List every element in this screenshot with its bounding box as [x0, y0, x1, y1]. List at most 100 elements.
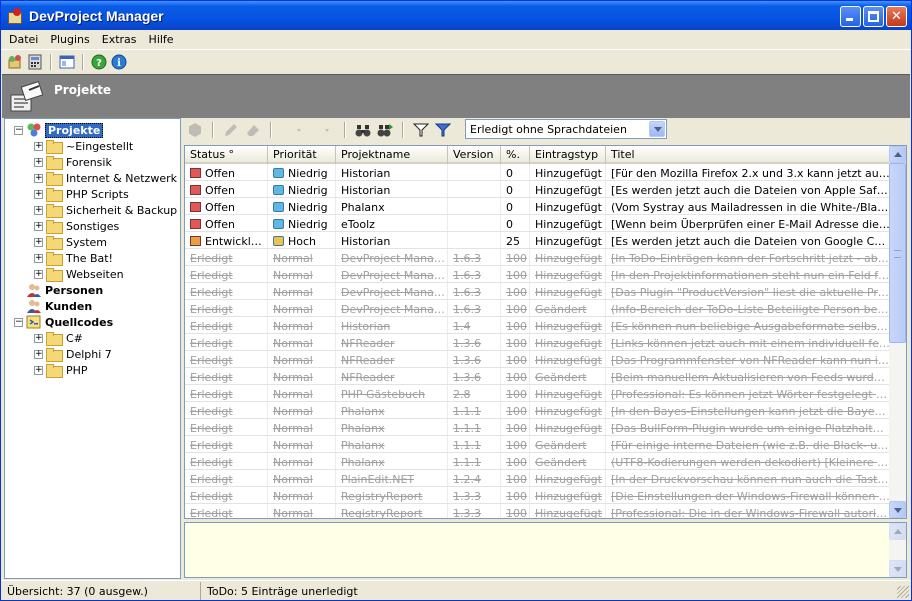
- expand-icon[interactable]: +: [34, 333, 43, 343]
- expand-icon[interactable]: +: [34, 349, 43, 359]
- resize-grip[interactable]: [897, 586, 909, 598]
- expand-icon[interactable]: +: [34, 365, 43, 375]
- help-button[interactable]: ?: [91, 54, 107, 70]
- table-row[interactable]: Offen Niedrig Phalanx 0 Hinzugefügt (Vom Syst…: [185, 198, 891, 215]
- scroll-down-icon[interactable]: [889, 560, 906, 577]
- tree-folder-item[interactable]: + Delphi 7: [5, 346, 180, 362]
- copy-dropdown-button[interactable]: [311, 122, 335, 138]
- tree-folder-item[interactable]: + Sicherheit & Backup: [5, 202, 180, 218]
- expand-icon[interactable]: +: [34, 237, 43, 247]
- table-row[interactable]: Erledigt Normal Phalanx 1.1.1 100 Geändert [Fü…: [185, 436, 891, 453]
- column-header-status[interactable]: Status °: [185, 146, 268, 164]
- delete-entry-button[interactable]: [245, 122, 261, 138]
- funnel-icon: [412, 123, 430, 137]
- memo-scrollbar[interactable]: [889, 523, 906, 577]
- tree-item-personen[interactable]: Personen: [5, 282, 180, 298]
- column-header-percent[interactable]: %.: [501, 146, 530, 164]
- table-row[interactable]: Erledigt Normal DevProject Manager 1.6.3 100…: [185, 283, 891, 300]
- table-row[interactable]: Erledigt Normal PHP Gästebuch 2.8 100 Hinzuge…: [185, 385, 891, 402]
- table-row[interactable]: Offen Niedrig eToolz 0 Hinzugefügt [Wenn beim…: [185, 215, 891, 232]
- tree-item-quellcodes[interactable]: − Quellcodes: [5, 314, 180, 330]
- scroll-thumb[interactable]: [889, 163, 906, 343]
- scroll-down-icon[interactable]: [889, 501, 906, 518]
- collapse-icon[interactable]: −: [14, 317, 23, 327]
- menu-hilfe[interactable]: Hilfe: [143, 33, 180, 46]
- tree-folder-item[interactable]: + PHP Scripts: [5, 186, 180, 202]
- cell-type: Geändert: [530, 436, 606, 452]
- chevron-down-icon[interactable]: [649, 121, 665, 137]
- table-row[interactable]: Offen Niedrig Historian 0 Hinzugefügt [Für de…: [185, 164, 891, 181]
- column-header-project[interactable]: Projektname: [336, 146, 448, 164]
- scroll-up-icon[interactable]: [889, 146, 906, 163]
- search-button[interactable]: [355, 122, 371, 138]
- table-row[interactable]: Erledigt Normal DevProject Manager 1.6.3 100…: [185, 266, 891, 283]
- todo-grid[interactable]: Status ° Priorität Projektname Version %…: [184, 145, 907, 519]
- tree-folder-item[interactable]: + C#: [5, 330, 180, 346]
- maximize-button[interactable]: [863, 6, 884, 27]
- tree-folder-item[interactable]: + Internet & Netzwerk: [5, 170, 180, 186]
- expand-icon[interactable]: +: [34, 253, 43, 263]
- filter-active-button[interactable]: [434, 122, 452, 138]
- filter-select[interactable]: Erledigt ohne Sprachdateien: [465, 119, 667, 139]
- move-dropdown-button[interactable]: [281, 122, 305, 138]
- tree-folder-item[interactable]: + ~Eingestellt: [5, 138, 180, 154]
- table-row[interactable]: Erledigt Normal DevProject Manager 1.6.3 100…: [185, 300, 891, 317]
- table-row[interactable]: Erledigt Normal RegistryReport 1.3.3 100 Hinz…: [185, 487, 891, 504]
- table-row[interactable]: Erledigt Normal RegistryReport 1.3.3 100 Hinz…: [185, 504, 891, 518]
- collapse-icon[interactable]: −: [14, 125, 23, 135]
- menu-plugins[interactable]: Plugins: [44, 33, 95, 46]
- tree-folder-item[interactable]: + The Bat!: [5, 250, 180, 266]
- tree-folder-item[interactable]: + Webseiten: [5, 266, 180, 282]
- table-row[interactable]: Erledigt Normal Phalanx 1.1.1 100 Hinzugefügt…: [185, 419, 891, 436]
- detail-memo[interactable]: [184, 522, 907, 578]
- cell-text: Historian: [341, 234, 391, 248]
- add-entry-button[interactable]: [187, 122, 203, 138]
- expand-icon[interactable]: +: [34, 269, 43, 279]
- tree-folder-item[interactable]: + Forensik: [5, 154, 180, 170]
- window-layout-button[interactable]: [59, 54, 75, 70]
- column-header-title[interactable]: Titel: [606, 146, 891, 164]
- new-project-button[interactable]: [7, 54, 23, 70]
- project-tree[interactable]: − Projekte + ~Eingestellt + Forensik + Intern…: [4, 118, 181, 579]
- edit-entry-button[interactable]: [223, 122, 239, 138]
- column-header-priority[interactable]: Priorität: [268, 146, 336, 164]
- table-row[interactable]: Erledigt Normal NFReader 1.3.6 100 Hinzugefüg…: [185, 334, 891, 351]
- info-button[interactable]: i: [111, 54, 127, 70]
- close-button[interactable]: ✕: [886, 6, 907, 27]
- tree-folder-item[interactable]: + System: [5, 234, 180, 250]
- column-header-type[interactable]: Eintragstyp: [530, 146, 606, 164]
- filter-button[interactable]: [412, 122, 430, 138]
- table-row[interactable]: Erledigt Normal NFReader 1.3.6 100 Geändert [B…: [185, 368, 891, 385]
- table-row[interactable]: Erledigt Normal DevProject Manager 1.6.3 100…: [185, 249, 891, 266]
- calculator-button[interactable]: [27, 54, 43, 70]
- table-row[interactable]: Offen Niedrig Historian 0 Hinzugefügt [Es wer…: [185, 181, 891, 198]
- expand-icon[interactable]: +: [34, 173, 43, 183]
- expand-icon[interactable]: +: [34, 205, 43, 215]
- table-row[interactable]: Erledigt Normal Phalanx 1.1.1 100 Hinzugefügt…: [185, 402, 891, 419]
- search-next-button[interactable]: [377, 122, 393, 138]
- table-row[interactable]: Erledigt Normal Phalanx 1.1.1 100 Geändert (UT…: [185, 453, 891, 470]
- expand-icon[interactable]: +: [34, 221, 43, 231]
- expand-icon[interactable]: +: [34, 157, 43, 167]
- tree-item-projekte[interactable]: − Projekte: [5, 122, 180, 138]
- app-icon[interactable]: [7, 7, 23, 24]
- scroll-up-icon[interactable]: [889, 523, 906, 540]
- table-row[interactable]: Erledigt Normal Historian 1.4 100 Hinzugefügt…: [185, 317, 891, 334]
- table-row[interactable]: Erledigt Normal PlainEdit.NET 1.2.4 100 Hinzu…: [185, 470, 891, 487]
- menu-extras[interactable]: Extras: [96, 33, 143, 46]
- table-row[interactable]: Entwicklung Hoch Historian 25 Hinzugefügt [Es…: [185, 232, 891, 249]
- expand-icon[interactable]: +: [34, 189, 43, 199]
- tree-folder-item[interactable]: + PHP: [5, 362, 180, 378]
- menu-datei[interactable]: Datei: [3, 33, 44, 46]
- cell-version: [448, 215, 501, 231]
- grid-scrollbar[interactable]: [889, 146, 906, 518]
- column-header-version[interactable]: Version: [448, 146, 501, 164]
- tree-folder-item[interactable]: + Sonstiges: [5, 218, 180, 234]
- cell-text: 1.6.3: [453, 302, 481, 316]
- title-bar[interactable]: DevProject Manager ✕: [1, 1, 911, 30]
- minimize-button[interactable]: [840, 6, 861, 27]
- expand-icon[interactable]: +: [34, 141, 43, 151]
- tree-item-kunden[interactable]: Kunden: [5, 298, 180, 314]
- cell-text: 100: [506, 387, 527, 401]
- table-row[interactable]: Erledigt Normal NFReader 1.3.6 100 Hinzugefüg…: [185, 351, 891, 368]
